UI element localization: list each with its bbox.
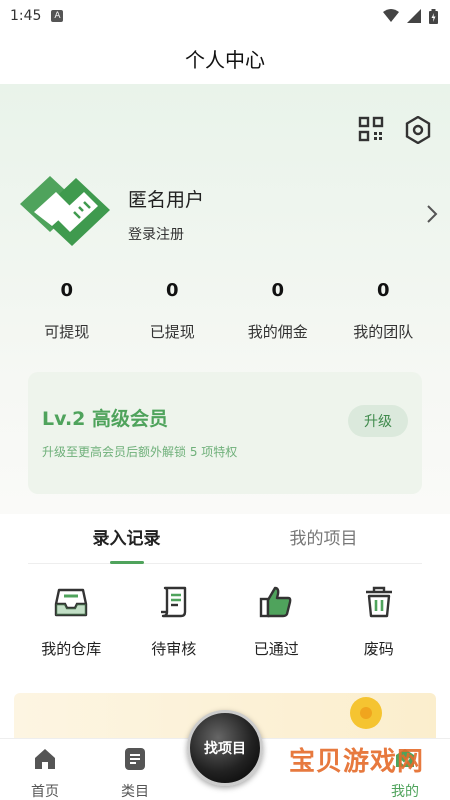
stat-label: 我的团队 [353,323,414,341]
find-project-button[interactable]: 找项目 [187,710,263,786]
tabbar-label: 首页 [31,784,59,800]
stat-label: 可提现 [44,323,90,341]
stat-label: 我的佣金 [247,323,308,341]
chevron-right-icon[interactable] [426,204,438,224]
login-register-link[interactable]: 登录注册 [128,224,426,244]
grid-item-approved[interactable]: 已通过 [225,584,328,659]
stats-row: 0 可提现 0 已提现 0 我的佣金 0 我的团队 [14,280,436,342]
tabbar-category[interactable]: 类目 [90,739,180,800]
thumbs-up-icon [260,586,292,618]
grid-item-pending-review[interactable]: 待审核 [123,584,226,659]
grid-item-void-code[interactable]: 废码 [328,584,431,659]
stat-commission[interactable]: 0 我的佣金 [225,280,331,342]
signal-icon [407,9,421,23]
grid-label: 待审核 [151,640,197,658]
upgrade-button[interactable]: 升级 [348,405,408,437]
qr-code-icon[interactable] [358,116,384,142]
stat-value: 0 [165,280,179,301]
flower-icon [350,697,382,729]
record-grid: 我的仓库 待审核 已通过 废码 [20,584,430,659]
stat-value: 0 [60,280,74,301]
tab-my-projects[interactable]: 我的项目 [225,518,422,563]
watermark-logo: 宝贝游戏网 [288,747,424,777]
profile-row[interactable]: 匿名用户 登录注册 [16,174,438,254]
stat-value: 0 [376,280,390,301]
app-logo [20,176,110,246]
grid-item-warehouse[interactable]: 我的仓库 [20,584,123,659]
record-tabs: 录入记录 我的项目 [28,518,422,564]
trash-icon [365,586,392,618]
tab-entry-records[interactable]: 录入记录 [28,518,225,564]
page-title: 个人中心 [185,47,265,72]
status-time: 1:45 [10,8,42,24]
inbox-icon [55,588,88,617]
grid-label: 废码 [363,640,394,658]
stat-withdrawable[interactable]: 0 可提现 [14,280,120,342]
status-bar: 1:45 A [0,0,450,32]
stat-value: 0 [271,280,285,301]
category-icon [125,748,145,770]
settings-icon[interactable] [404,116,432,144]
notification-icon: A [51,10,64,22]
stat-label: 已提现 [149,323,195,341]
username: 匿名用户 [128,188,205,211]
tabbar-home[interactable]: 首页 [0,739,90,800]
scroll-icon [160,586,186,618]
vip-description: 升级至更高会员后额外解锁 5 项特权 [42,445,238,459]
vip-card[interactable]: Lv.2 高级会员 升级至更高会员后额外解锁 5 项特权 升级 [28,372,422,494]
battery-icon [429,8,438,24]
stat-team[interactable]: 0 我的团队 [331,280,437,342]
grid-label: 已通过 [253,640,299,658]
home-icon [35,749,55,769]
tabbar-label: 类目 [121,784,149,800]
tabbar-label: 我的 [391,784,419,800]
grid-label: 我的仓库 [41,640,102,658]
stat-withdrawn[interactable]: 0 已提现 [120,280,226,342]
wifi-icon [383,9,399,22]
